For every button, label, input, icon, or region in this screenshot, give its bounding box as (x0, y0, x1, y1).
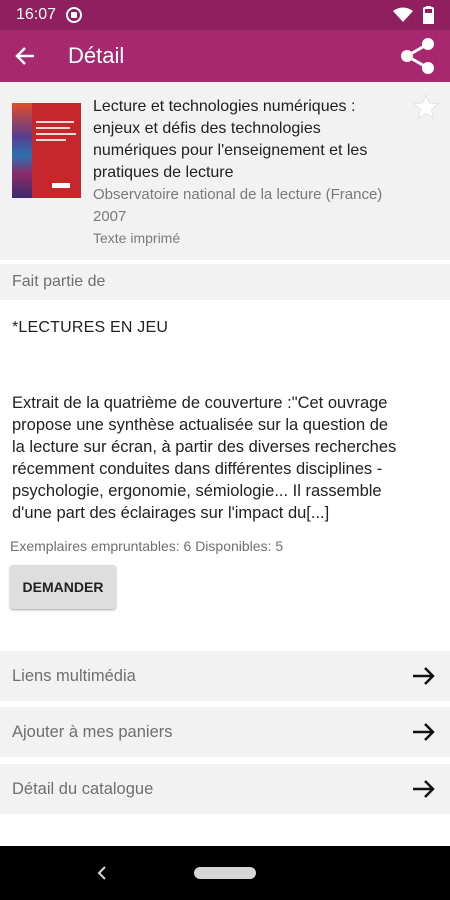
nav-home-pill[interactable] (194, 867, 256, 879)
row-label: Ajouter à mes paniers (12, 722, 173, 741)
arrow-forward-icon (413, 780, 435, 798)
system-nav-bar (0, 846, 450, 900)
row-label: Liens multimédia (12, 666, 136, 685)
multimedia-links-row[interactable]: Liens multimédia (0, 651, 450, 701)
book-cover[interactable] (12, 103, 81, 198)
abstract: Extrait de la quatrième de couverture :"… (12, 394, 397, 522)
status-bar: 16:07 (0, 0, 450, 30)
wifi-icon (393, 7, 413, 22)
share-icon (401, 38, 434, 74)
arrow-back-icon (15, 47, 34, 65)
status-icons (393, 6, 434, 24)
section-part-of: Fait partie de (0, 264, 450, 300)
request-button[interactable]: DEMANDER (10, 565, 116, 609)
sync-icon (66, 7, 83, 23)
arrow-forward-icon (413, 667, 435, 685)
row-label: Détail du catalogue (12, 779, 154, 798)
arrow-forward-icon (413, 723, 435, 741)
record-title: Lecture et technologies numériques : enj… (93, 98, 368, 181)
add-to-basket-row[interactable]: Ajouter à mes paniers (0, 707, 450, 757)
availability-text: Exemplaires empruntables: 6 Disponibles:… (10, 538, 284, 554)
series-title[interactable]: *LECTURES EN JEU (12, 319, 168, 337)
catalog-detail-row[interactable]: Détail du catalogue (0, 764, 450, 814)
nav-back-icon[interactable] (92, 861, 112, 885)
record-author: Observatoire national de la lecture (Fra… (93, 186, 383, 203)
status-time: 16:07 (16, 6, 57, 23)
favorite-star-icon[interactable] (412, 93, 440, 121)
record-year: 2007 (93, 208, 127, 225)
share-button[interactable] (398, 36, 438, 76)
app-bar: Détail (0, 30, 450, 82)
record-type: Texte imprimé (93, 230, 181, 246)
page-title: Détail (68, 43, 125, 68)
back-button[interactable] (12, 43, 38, 69)
battery-icon (423, 6, 434, 24)
